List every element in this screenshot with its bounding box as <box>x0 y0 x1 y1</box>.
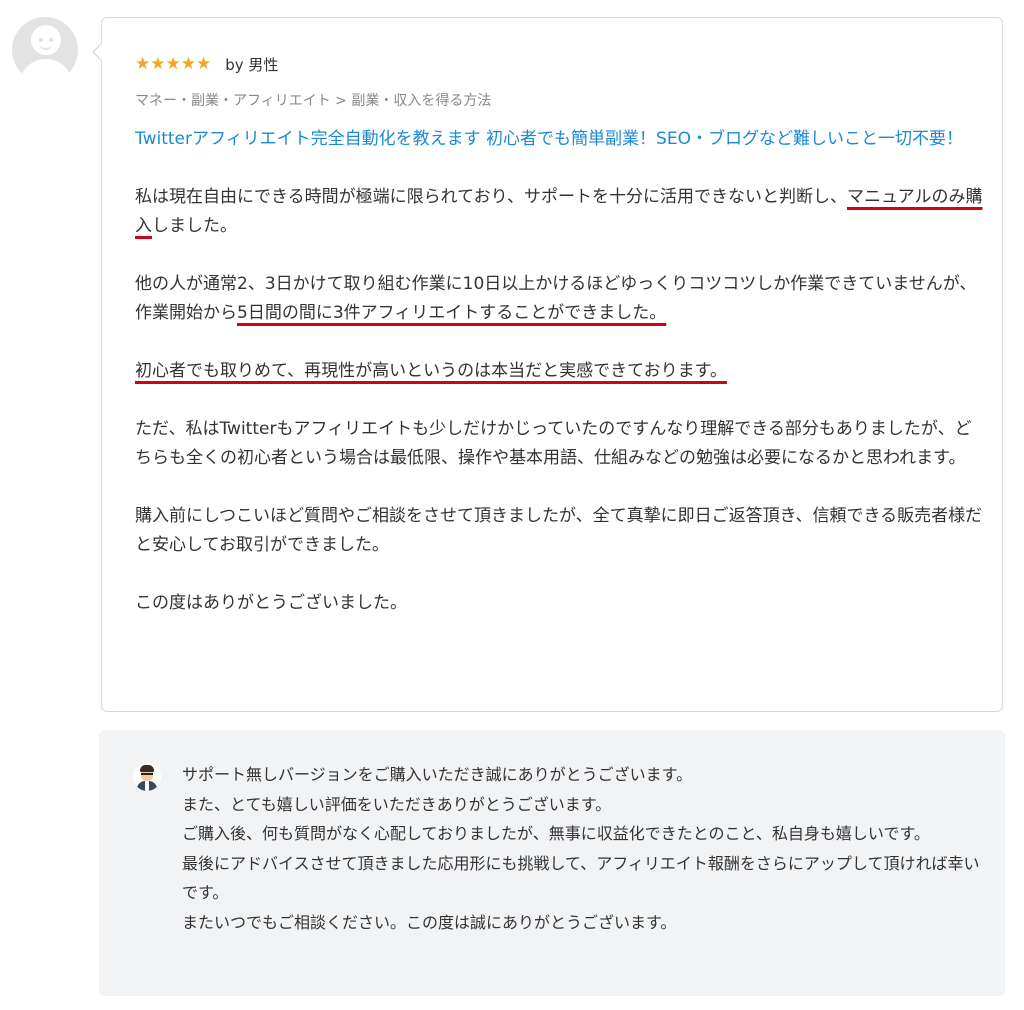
review-author: by 男性 <box>225 55 279 74</box>
seller-reply: サポート無しバージョンをご購入いただき誠にありがとうございます。 また、とても嬉… <box>99 730 1005 996</box>
review-paragraph: 私は現在自由にできる時間が極端に限られており、サポートを十分に活用できないと判断… <box>135 187 983 236</box>
review-paragraph: ただ、私はTwitterもアフィリエイトも少しだけかじっていたのですんなり理解で… <box>135 419 972 468</box>
review-paragraph: 初心者でも取りめて、再現性が高いというのは本当だと実感できております。 <box>135 357 985 386</box>
reply-line: 最後にアドバイスさせて頂きました応用形にも挑戦して、アフィリエイト報酬をさらにア… <box>182 853 980 903</box>
reviewer-avatar-icon <box>12 17 78 83</box>
review-card: ★★★★★ by 男性 マネー・副業・アフィリエイト > 副業・収入を得る方法 … <box>92 17 1003 712</box>
reply-line: またいつでもご相談ください。この度は誠にありがとうございます。 <box>182 912 677 932</box>
reply-line: ご購入後、何も質問がなく心配しておりましたが、無事に収益化できたとのこと、私自身… <box>182 824 930 843</box>
highlighted-text: 初心者でも取りめて、再現性が高いというのは本当だと実感できております。 <box>135 361 727 381</box>
reply-text: サポート無しバージョンをご購入いただき誠にありがとうございます。 また、とても嬉… <box>182 760 982 937</box>
category-breadcrumb: マネー・副業・アフィリエイト > 副業・収入を得る方法 <box>135 93 492 109</box>
highlighted-text: 5日間の間に3件アフィリエイトすることができました。 <box>237 303 667 323</box>
star-rating-icon: ★★★★★ <box>135 54 212 74</box>
rating-row: ★★★★★ by 男性 <box>135 53 278 75</box>
review-paragraph: この度はありがとうございました。 <box>135 593 407 613</box>
reply-line: サポート無しバージョンをご購入いただき誠にありがとうございます。 <box>182 765 693 784</box>
service-title-link[interactable]: Twitterアフィリエイト完全自動化を教えます 初心者でも簡単副業！SEO・ブ… <box>135 125 980 154</box>
review-text: 私は現在自由にできる時間が極端に限られており、サポートを十分に活用できないと判断… <box>135 183 985 618</box>
review-paragraph: 他の人が通常2、3日かけて取り組む作業に10日以上かけるほどゆっくりコツコツしか… <box>135 274 977 323</box>
reply-line: また、とても嬉しい評価をいただきありがとうございます。 <box>182 794 612 814</box>
review-paragraph: 購入前にしつこいほど質問やご相談をさせて頂きましたが、全て真摯に即日ご返答頂き、… <box>135 506 983 555</box>
seller-avatar-icon <box>133 763 161 791</box>
